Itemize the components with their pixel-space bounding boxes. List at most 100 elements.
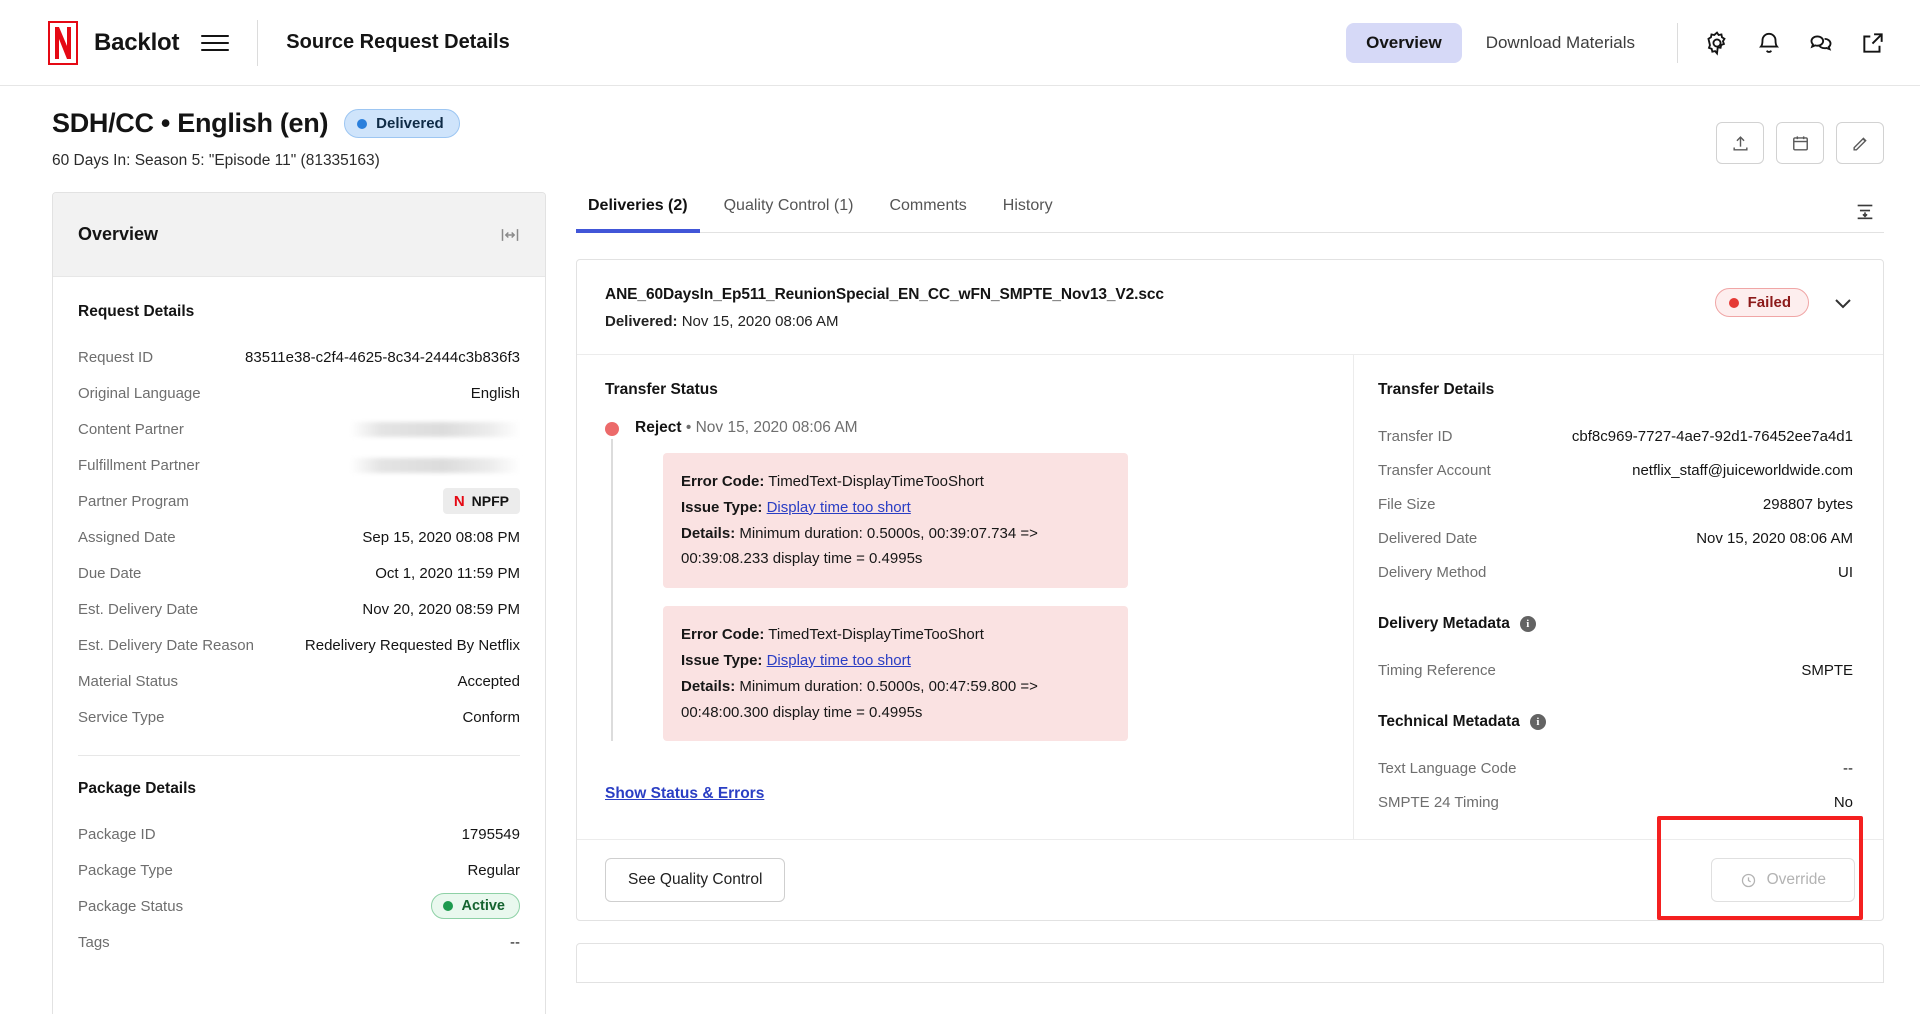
- status-dot-icon: [1728, 297, 1739, 308]
- page-title: SDH/CC • English (en): [52, 108, 329, 138]
- brand-name: Backlot: [94, 28, 180, 56]
- sidebar-header: Overview: [53, 193, 545, 277]
- package-details-title: Package Details: [78, 780, 197, 797]
- kv-value: SMPTE: [1801, 661, 1853, 679]
- kv-label: Timing Reference: [1378, 661, 1496, 679]
- kv-label: Package ID: [78, 825, 156, 843]
- details-value: Minimum duration: 0.5000s, 00:39:07.734 …: [681, 524, 1038, 568]
- transfer-details-panel: Transfer Details Transfer ID cbf8c969-77…: [1353, 355, 1883, 839]
- calendar-button[interactable]: [1776, 122, 1824, 164]
- timeline-line: [611, 439, 613, 742]
- error-code-label: Error Code:: [681, 626, 765, 644]
- brand-logo-group[interactable]: Backlot: [48, 20, 180, 65]
- issue-type-row: Issue Type: Display time too short: [681, 495, 1110, 521]
- kv-label: Due Date: [78, 564, 142, 582]
- page-header: SDH/CC • English (en) Delivered 60 Days …: [0, 86, 1920, 180]
- redacted-value: [350, 457, 520, 473]
- delivered-label: Delivered:: [605, 313, 678, 330]
- upload-button[interactable]: [1716, 122, 1764, 164]
- transfer-status-title: Transfer Status: [605, 381, 718, 398]
- kv-transfer-account: Transfer Account netflix_staff@juiceworl…: [1378, 453, 1853, 487]
- sidebar-body: Request Details Request ID 83511e38-c2f4…: [53, 277, 545, 960]
- gear-icon[interactable]: [1704, 30, 1730, 56]
- upload-icon: [1732, 135, 1748, 151]
- kv-label: Package Type: [78, 861, 173, 879]
- kv-label: Original Language: [78, 384, 201, 402]
- kv-label: File Size: [1378, 495, 1436, 513]
- details-value: Minimum duration: 0.5000s, 00:47:59.800 …: [681, 677, 1038, 721]
- nav-tab-overview[interactable]: Overview: [1346, 22, 1462, 63]
- kv-value: --: [1843, 759, 1853, 777]
- chevron-down-icon[interactable]: [1831, 291, 1855, 315]
- kv-label: Transfer ID: [1378, 427, 1453, 445]
- kv-delivered-date: Delivered Date Nov 15, 2020 08:06 AM: [1378, 521, 1853, 555]
- content-area: Deliveries (2) Quality Control (1) Comme…: [576, 192, 1884, 1014]
- bell-icon[interactable]: [1756, 30, 1782, 56]
- kv-material-status: Material Status Accepted: [78, 663, 520, 699]
- kv-smpte-24-timing: SMPTE 24 Timing No: [1378, 785, 1853, 819]
- info-icon[interactable]: i: [1519, 616, 1536, 632]
- override-button-wrapper: Override: [1656, 816, 1863, 920]
- kv-value: --: [510, 933, 520, 951]
- kv-package-status: Package Status Active: [78, 888, 520, 924]
- issue-type-link[interactable]: Display time too short: [767, 652, 911, 669]
- kv-label: Service Type: [78, 708, 165, 726]
- kv-value: 298807 bytes: [1762, 495, 1853, 513]
- filter-sort-icon[interactable]: [1854, 200, 1876, 232]
- chat-icon[interactable]: [1808, 30, 1834, 56]
- kv-timing-reference: Timing Reference SMPTE: [1378, 653, 1853, 687]
- kv-due-date: Due Date Oct 1, 2020 11:59 PM: [78, 555, 520, 591]
- nav-tab-download-materials[interactable]: Download Materials: [1466, 23, 1655, 63]
- tab-deliveries[interactable]: Deliveries (2): [576, 193, 700, 233]
- nav-divider: [257, 19, 259, 66]
- kv-content-partner: Content Partner: [78, 411, 520, 447]
- timeline-event-label: Reject: [635, 419, 682, 436]
- kv-label: Tags: [78, 933, 110, 951]
- netflix-n-small-icon: N: [453, 492, 465, 510]
- collapse-panel-icon[interactable]: [500, 225, 520, 245]
- kv-transfer-id: Transfer ID cbf8c969-7727-4ae7-92d1-7645…: [1378, 419, 1853, 453]
- show-status-errors-link[interactable]: Show Status & Errors: [605, 785, 764, 803]
- kv-value: 1795549: [461, 825, 520, 843]
- kv-value: Nov 20, 2020 08:59 PM: [362, 600, 520, 618]
- override-button[interactable]: Override: [1710, 858, 1855, 902]
- error-code-row: Error Code: TimedText-DisplayTimeTooShor…: [681, 469, 1110, 495]
- partner-program-label: NPFP: [471, 493, 509, 509]
- kv-est-delivery-date-reason: Est. Delivery Date Reason Redelivery Req…: [78, 627, 520, 663]
- technical-metadata-block: Technical Metadata i Text Language Code …: [1378, 713, 1853, 819]
- kv-delivery-method: Delivery Method UI: [1378, 555, 1853, 589]
- nav-icon-group: [1704, 30, 1886, 56]
- tab-history[interactable]: History: [991, 193, 1065, 233]
- info-icon[interactable]: i: [1529, 714, 1546, 730]
- edit-button[interactable]: [1836, 122, 1884, 164]
- kv-value: 83511e38-c2f4-4625-8c34-2444c3b836f3: [245, 348, 520, 366]
- tab-comments[interactable]: Comments: [877, 193, 978, 233]
- delivery-card-footer: See Quality Control Override: [577, 816, 1883, 920]
- issue-type-link[interactable]: Display time too short: [767, 499, 911, 516]
- top-navigation-bar: Backlot Source Request Details Overview …: [0, 0, 1920, 86]
- kv-label: Request ID: [78, 348, 154, 366]
- kv-label: SMPTE 24 Timing: [1378, 793, 1499, 811]
- status-badge-failed: Failed: [1714, 288, 1809, 317]
- status-badge-label: Active: [461, 898, 505, 914]
- next-delivery-card-partial[interactable]: [576, 943, 1884, 983]
- redacted-value: [350, 421, 520, 437]
- kv-value: UI: [1838, 563, 1853, 581]
- technical-metadata-title: Technical Metadata: [1378, 713, 1520, 730]
- kv-request-id: Request ID 83511e38-c2f4-4625-8c34-2444c…: [78, 339, 520, 375]
- kv-label: Material Status: [78, 672, 179, 690]
- delivery-card-body: Transfer Status Reject • Nov 15, 2020 08…: [577, 355, 1883, 839]
- kv-file-size: File Size 298807 bytes: [1378, 487, 1853, 521]
- status-dot-icon: [357, 118, 368, 129]
- see-quality-control-button[interactable]: See Quality Control: [605, 858, 786, 902]
- tab-quality-control[interactable]: Quality Control (1): [712, 193, 866, 233]
- error-code-value: TimedText-DisplayTimeTooShort: [768, 473, 984, 490]
- kv-label: Delivery Method: [1378, 563, 1487, 581]
- external-link-icon[interactable]: [1860, 30, 1886, 56]
- error-box: Error Code: TimedText-DisplayTimeTooShor…: [663, 453, 1128, 589]
- hamburger-menu-icon[interactable]: [201, 29, 230, 57]
- kv-package-type: Package Type Regular: [78, 852, 520, 888]
- error-code-value: TimedText-DisplayTimeTooShort: [768, 626, 984, 644]
- details-row: Details: Minimum duration: 0.5000s, 00:4…: [681, 674, 1110, 726]
- sidebar-divider: [78, 755, 520, 756]
